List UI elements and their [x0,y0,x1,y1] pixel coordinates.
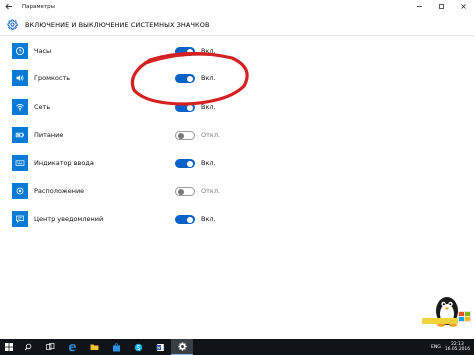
settings-icon [177,342,187,351]
toggle-state: Вкл. [201,159,216,167]
taskbar: ENG 22:13 16.05.2016 [0,339,474,355]
setting-label: Часы [34,47,52,55]
penguin-logo [422,297,471,327]
toggle-knob [187,104,193,111]
toggle-power[interactable] [175,131,195,140]
setting-row-network: Сеть Вкл. [0,96,474,118]
toggle-state: Вкл. [201,74,216,82]
search-button[interactable] [17,339,39,355]
speaker-icon [12,70,28,86]
windows-start-icon [4,343,13,351]
edge-button[interactable] [61,339,83,355]
toggle-action-center[interactable] [175,215,195,224]
toggle-state: Откл. [201,131,221,139]
window-title: Параметры [22,3,55,10]
clock-date: 16.05.2016 [444,347,470,352]
setting-label: Расположение [34,187,85,195]
toggle-state: Откл. [201,187,221,195]
start-button[interactable] [0,339,17,355]
word-button[interactable] [149,339,171,355]
network-icon [12,99,28,115]
location-icon [12,183,28,199]
close-icon [460,4,466,9]
file-explorer-button[interactable] [83,339,105,355]
setting-row-clock: Часы Вкл. [0,40,474,62]
setting-row-location: Расположение Откл. [0,180,474,202]
setting-label: Индикатор ввода [34,159,94,167]
toggle-location[interactable] [175,187,195,196]
toggle-knob [178,132,184,139]
maximize-button[interactable] [430,0,452,13]
store-button[interactable] [105,339,127,355]
toggle-knob [187,48,193,55]
setting-label: Сеть [34,103,51,111]
system-tray: ENG 22:13 16.05.2016 [431,339,470,355]
clock-icon [12,43,28,59]
edge-icon [68,343,76,351]
toggle-clock[interactable] [175,47,195,56]
search-icon [24,343,32,351]
window-controls [408,0,474,13]
toggle-knob [187,216,193,223]
minimize-icon [416,6,422,7]
toggle-knob [187,160,193,167]
setting-row-input-indicator: Индикатор ввода Вкл. [0,152,474,174]
task-view-button[interactable] [39,339,61,355]
settings-button[interactable] [171,339,193,355]
toggle-input-indicator[interactable] [175,159,195,168]
skype-icon [134,343,142,351]
toggle-knob [187,75,193,82]
keyboard-icon [12,155,28,171]
word-icon [156,343,164,351]
back-arrow-icon[interactable] [2,0,16,13]
skype-button[interactable] [127,339,149,355]
setting-label: Центр уведомлений [34,215,104,223]
title-bar: Параметры [0,0,474,13]
store-icon [112,342,120,351]
battery-icon [12,127,28,143]
setting-row-action-center: Центр уведомлений Вкл. [0,208,474,230]
minimize-button[interactable] [408,0,430,13]
toggle-state: Вкл. [201,47,216,55]
action-center-icon [12,211,28,227]
file-explorer-icon [90,344,98,350]
toggle-network[interactable] [175,103,195,112]
toggle-knob [178,188,184,195]
toggle-volume[interactable] [175,74,195,83]
language-indicator[interactable]: ENG [431,345,441,350]
setting-label: Питание [34,131,64,139]
close-button[interactable] [452,0,474,13]
toggle-state: Вкл. [201,103,216,111]
setting-row-power: Питание Откл. [0,124,474,146]
setting-row-volume: Громкость Вкл. [0,67,474,89]
clock[interactable]: 22:13 16.05.2016 [445,342,470,352]
gear-icon [6,19,18,31]
maximize-icon [438,4,444,9]
page-title: ВКЛЮЧЕНИЕ И ВЫКЛЮЧЕНИЕ СИСТЕМНЫХ ЗНАЧКОВ [25,20,210,29]
page-header: ВКЛЮЧЕНИЕ И ВЫКЛЮЧЕНИЕ СИСТЕМНЫХ ЗНАЧКОВ [0,14,474,36]
toggle-state: Вкл. [201,215,216,223]
task-view-icon [45,343,54,350]
setting-label: Громкость [34,74,71,82]
